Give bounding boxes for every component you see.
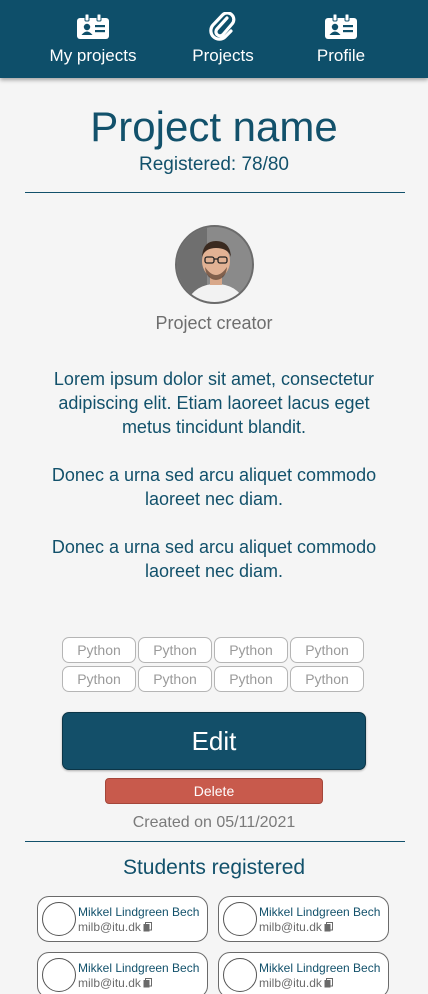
header-divider (25, 192, 405, 193)
nav-projects-label: Projects (192, 46, 254, 65)
student-card[interactable]: Mikkel Lindgreen Bech milb@itu.dk (218, 952, 389, 994)
skill-tag: Python (214, 637, 288, 663)
student-email-row: milb@itu.dk (259, 976, 333, 991)
registered-count: Registered: 78/80 (139, 154, 289, 175)
creator-avatar[interactable] (175, 225, 254, 304)
description-paragraph: Donec a urna sed arcu aliquet commodo la… (51, 537, 377, 581)
id-card-icon (76, 12, 110, 42)
project-title: Project name (90, 103, 338, 150)
student-email-row: milb@itu.dk (259, 920, 333, 935)
delete-button[interactable]: Delete (105, 778, 323, 804)
copy-icon[interactable] (324, 921, 333, 935)
section-divider (25, 841, 405, 842)
edit-button[interactable]: Edit (62, 712, 366, 770)
skill-tag: Python (214, 666, 288, 692)
student-name: Mikkel Lindgreen Bech (259, 905, 381, 919)
student-avatar (42, 902, 76, 936)
skill-tag: Python (62, 637, 136, 663)
student-name: Mikkel Lindgreen Bech (259, 961, 381, 975)
student-name: Mikkel Lindgreen Bech (78, 961, 200, 975)
students-title: Students registered (122, 856, 306, 879)
nav-my-projects[interactable]: My projects (23, 0, 163, 78)
copy-icon[interactable] (324, 977, 333, 991)
student-card[interactable]: Mikkel Lindgreen Bech milb@itu.dk (37, 896, 208, 942)
created-date: Created on 05/11/2021 (132, 814, 296, 831)
student-avatar (223, 902, 257, 936)
student-card[interactable]: Mikkel Lindgreen Bech milb@itu.dk (37, 952, 208, 994)
student-email: milb@itu.dk (78, 976, 141, 990)
id-card-icon (324, 12, 358, 42)
student-email: milb@itu.dk (78, 920, 141, 934)
student-card[interactable]: Mikkel Lindgreen Bech milb@itu.dk (218, 896, 389, 942)
skill-tag: Python (290, 666, 364, 692)
skill-tag: Python (290, 637, 364, 663)
student-avatar (223, 958, 257, 992)
student-email: milb@itu.dk (259, 920, 322, 934)
person-photo-icon (177, 227, 252, 302)
student-avatar (42, 958, 76, 992)
nav-profile[interactable]: Profile (271, 0, 411, 78)
description-paragraph: Donec a urna sed arcu aliquet commodo la… (51, 465, 377, 509)
skill-tag: Python (138, 637, 212, 663)
nav-my-projects-label: My projects (49, 46, 137, 65)
skill-tag: Python (138, 666, 212, 692)
description-paragraph: Lorem ipsum dolor sit amet, consectetur … (53, 369, 375, 437)
nav-profile-label: Profile (316, 46, 366, 65)
student-name: Mikkel Lindgreen Bech (78, 905, 200, 919)
skill-tag: Python (62, 666, 136, 692)
student-email: milb@itu.dk (259, 976, 322, 990)
copy-icon[interactable] (143, 977, 152, 991)
project-description: Lorem ipsum dolor sit amet, consectetur … (40, 367, 388, 607)
student-email-row: milb@itu.dk (78, 976, 152, 991)
creator-label: Project creator (155, 313, 273, 333)
copy-icon[interactable] (143, 921, 152, 935)
paperclip-icon (209, 12, 237, 42)
student-email-row: milb@itu.dk (78, 920, 152, 935)
top-navigation: My projects Projects Profile (0, 0, 428, 78)
